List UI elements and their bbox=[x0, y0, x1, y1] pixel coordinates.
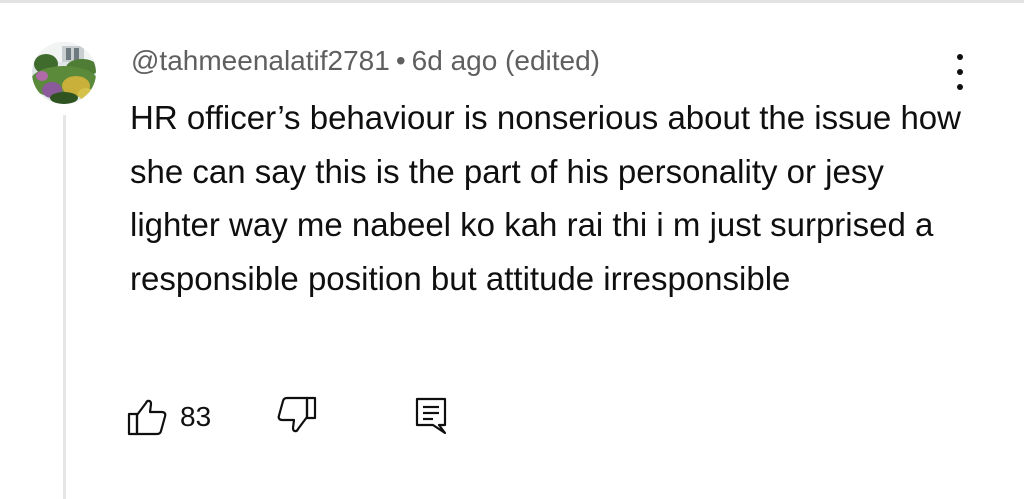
comment-container: @tahmeenalatif2781 • 6d ago (edited) HR of… bbox=[0, 0, 1024, 499]
avatar-image bbox=[32, 42, 96, 104]
avatar[interactable] bbox=[32, 42, 96, 104]
comment-header: @tahmeenalatif2781 • 6d ago (edited) bbox=[131, 44, 600, 78]
kebab-dot bbox=[957, 69, 963, 75]
reply-button[interactable] bbox=[411, 395, 451, 442]
more-vert-icon[interactable] bbox=[946, 50, 974, 94]
kebab-dot bbox=[957, 54, 963, 60]
meta-separator: • bbox=[395, 45, 406, 76]
comment-time[interactable]: 6d ago (edited) bbox=[412, 45, 600, 76]
author-handle[interactable]: @tahmeenalatif2781 bbox=[131, 45, 390, 76]
dislike-button[interactable] bbox=[276, 395, 318, 440]
thumbs-down-icon bbox=[277, 396, 317, 433]
like-button[interactable]: 83 bbox=[126, 395, 211, 439]
like-count: 83 bbox=[180, 401, 212, 432]
comment-text: HR officer’s behaviour is nonserious abo… bbox=[130, 99, 961, 297]
thread-line bbox=[63, 115, 66, 499]
comment-reply-icon bbox=[415, 397, 447, 435]
top-divider bbox=[0, 0, 1024, 3]
kebab-dot bbox=[957, 84, 963, 90]
thumbs-up-icon bbox=[127, 399, 167, 436]
